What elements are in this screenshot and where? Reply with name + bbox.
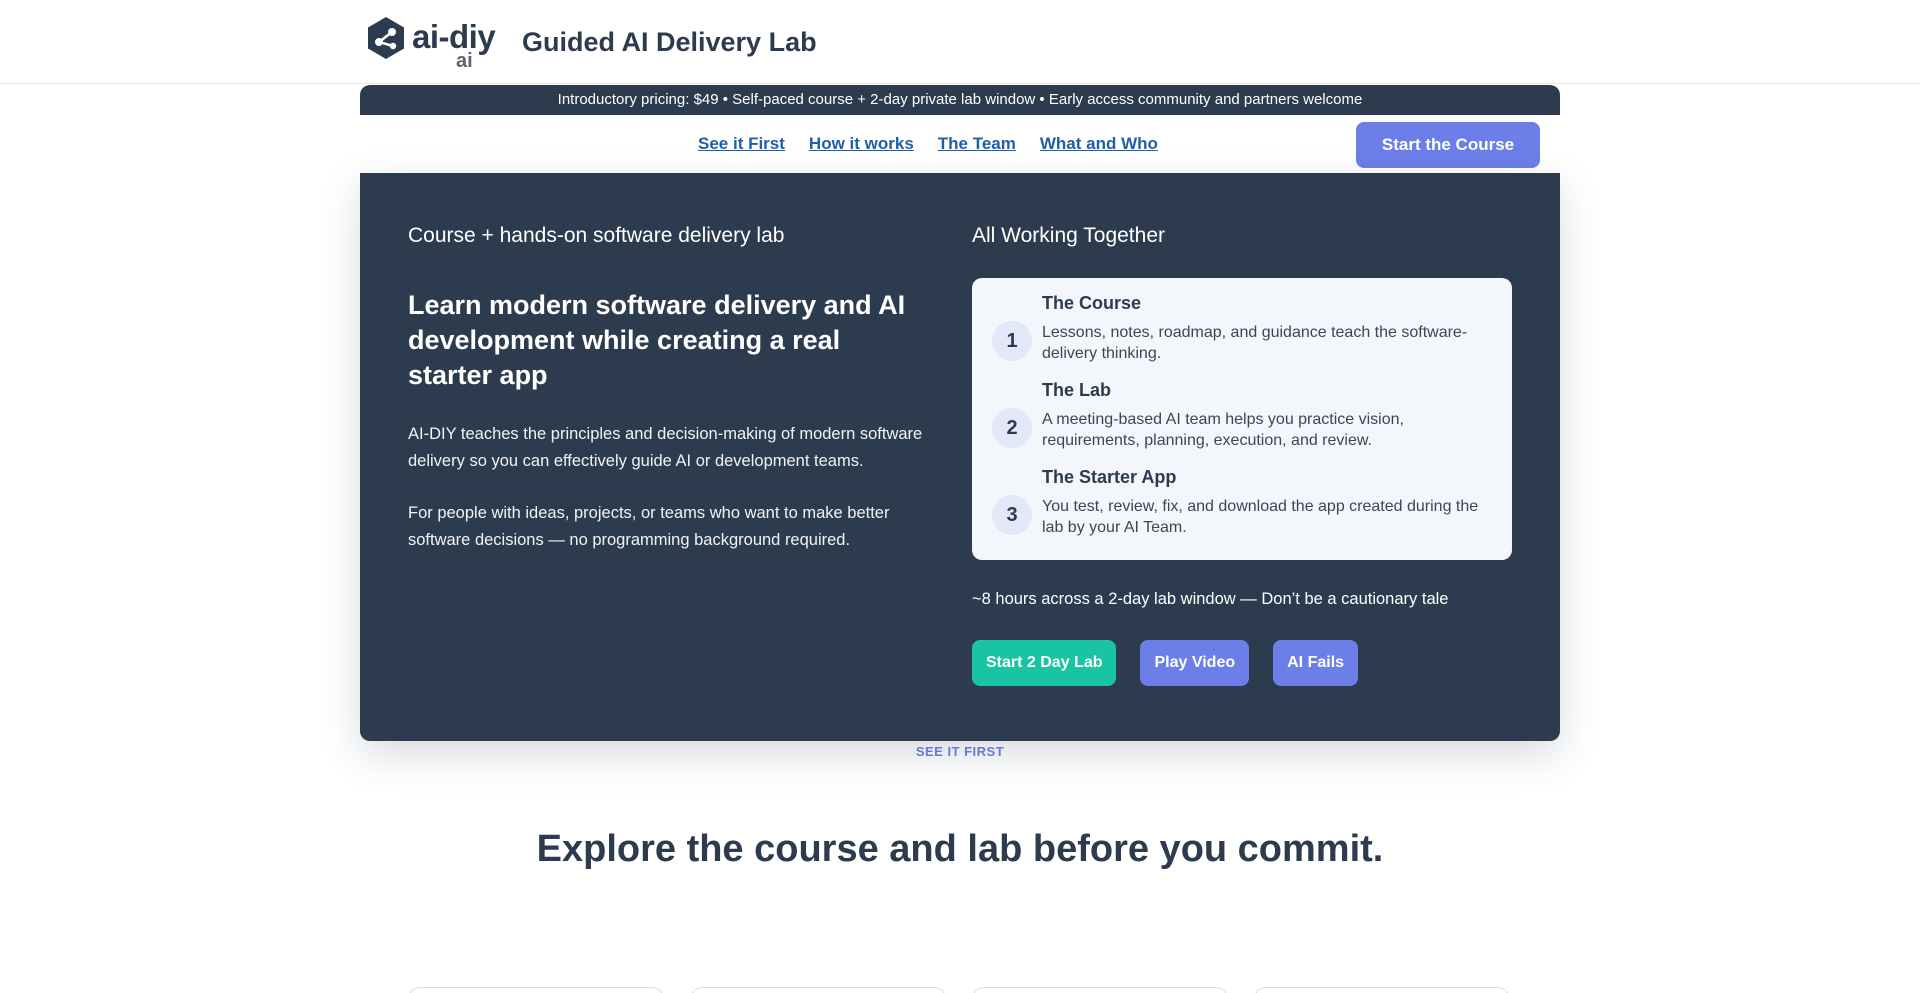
step-description: You test, review, fix, and download the …	[1042, 497, 1479, 537]
nav-link-how-it-works[interactable]: How it works	[809, 134, 914, 154]
nav-link-see-it-first[interactable]: See it First	[698, 134, 785, 154]
start-course-button[interactable]: Start the Course	[1356, 122, 1540, 168]
preview-card[interactable]	[972, 987, 1228, 993]
preview-card[interactable]	[408, 987, 664, 993]
hero-right: All Working Together 1 The Course Lesson…	[972, 223, 1512, 687]
logo[interactable]: ai-diy ai	[366, 14, 496, 72]
site-header: ai-diy ai Guided AI Delivery Lab	[0, 0, 1920, 84]
start-lab-button[interactable]: Start 2 Day Lab	[972, 640, 1117, 687]
preview-card[interactable]	[690, 987, 946, 993]
hero-heading: Learn modern software delivery and AI de…	[408, 290, 906, 391]
hero-section: Course + hands-on software delivery lab …	[360, 173, 1560, 741]
site-title: Guided AI Delivery Lab	[522, 27, 817, 57]
step-item: 1 The Course Lessons, notes, roadmap, an…	[992, 292, 1492, 372]
step-item: 2 The Lab A meeting-based AI team helps …	[992, 379, 1492, 459]
nav-link-what-and-who[interactable]: What and Who	[1040, 134, 1158, 154]
hero-paragraph-1: AI-DIY teaches the principles and decisi…	[408, 425, 923, 470]
step-description: Lessons, notes, roadmap, and guidance te…	[1042, 323, 1468, 363]
pricing-banner: Introductory pricing: $49 • Self-paced c…	[360, 85, 1560, 115]
main-nav: See it First How it works The Team What …	[360, 115, 1560, 173]
working-together-title: All Working Together	[972, 224, 1165, 247]
step-number: 2	[992, 408, 1032, 449]
hero-left: Course + hands-on software delivery lab …	[408, 223, 948, 553]
play-video-button[interactable]: Play Video	[1140, 640, 1250, 687]
step-item: 3 The Starter App You test, review, fix,…	[992, 466, 1492, 546]
steps-card: 1 The Course Lessons, notes, roadmap, an…	[972, 278, 1512, 561]
step-number: 3	[992, 495, 1032, 536]
nav-links: See it First How it works The Team What …	[698, 115, 1158, 173]
step-number: 1	[992, 321, 1032, 362]
hero-eyebrow: Course + hands-on software delivery lab	[408, 224, 785, 247]
logo-wordmark: ai-diy	[412, 18, 496, 55]
nav-link-the-team[interactable]: The Team	[938, 134, 1016, 154]
hexagon-logo-icon	[368, 17, 404, 59]
hero-cta-row: Start 2 Day Lab Play Video AI Fails	[972, 640, 1512, 687]
preview-cards	[408, 987, 1510, 993]
step-title: The Lab	[1042, 380, 1112, 401]
logo-subtext: ai	[456, 50, 473, 72]
section-title: Explore the course and lab before you co…	[536, 828, 1384, 870]
ai-fails-button[interactable]: AI Fails	[1273, 640, 1359, 687]
hero-paragraph-2: For people with ideas, projects, or team…	[408, 504, 890, 549]
preview-card[interactable]	[1254, 987, 1510, 993]
step-description: A meeting-based AI team helps you practi…	[1042, 410, 1404, 450]
lab-duration: ~8 hours across a 2-day lab window — Don…	[972, 590, 1449, 609]
step-title: The Starter App	[1042, 467, 1177, 488]
step-title: The Course	[1042, 293, 1142, 314]
section-eyebrow: SEE IT FIRST	[915, 744, 1005, 759]
